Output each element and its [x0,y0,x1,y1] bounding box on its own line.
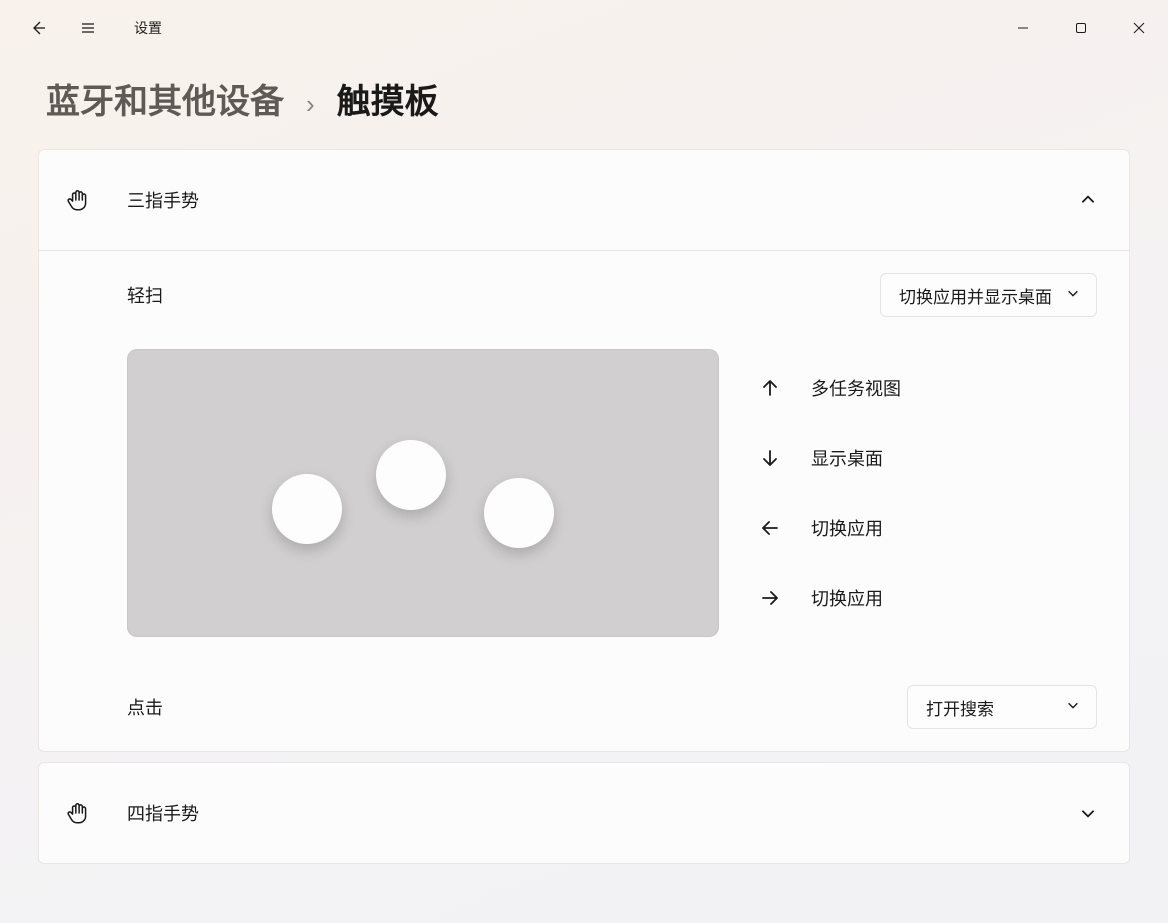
direction-down: 显示桌面 [759,445,1097,471]
maximize-button[interactable] [1052,8,1110,48]
close-button[interactable] [1110,8,1168,48]
finger-dot [376,440,446,510]
arrow-left-icon [759,518,781,538]
four-finger-header[interactable]: 四指手势 [39,763,1129,863]
swipe-dropdown-value: 切换应用并显示桌面 [899,283,1052,308]
three-finger-body: 轻扫 切换应用并显示桌面 [39,250,1129,751]
breadcrumb-separator-icon: › [306,89,315,120]
direction-down-label: 显示桌面 [811,445,883,471]
finger-dot [484,478,554,548]
finger-dot [272,474,342,544]
back-button[interactable] [16,8,60,48]
chevron-down-icon [1066,697,1080,717]
direction-up-label: 多任务视图 [811,375,901,401]
chevron-down-icon [1079,804,1097,822]
four-finger-title: 四指手势 [127,800,199,826]
chevron-up-icon [1079,191,1097,209]
app-title: 设置 [134,18,162,38]
chevron-down-icon [1066,285,1080,305]
page-title: 触摸板 [337,74,439,123]
direction-up: 多任务视图 [759,375,1097,401]
titlebar-left: 设置 [16,8,162,48]
breadcrumb-parent[interactable]: 蓝牙和其他设备 [46,74,284,123]
tap-dropdown-value: 打开搜索 [926,695,994,720]
tap-dropdown[interactable]: 打开搜索 [907,685,1097,729]
three-finger-card: 三指手势 轻扫 切换应用并显示桌面 [38,149,1130,752]
hand-icon [65,187,91,213]
direction-left: 切换应用 [759,515,1097,541]
direction-right-label: 切换应用 [811,585,883,611]
direction-left-label: 切换应用 [811,515,883,541]
swipe-label: 轻扫 [127,282,163,308]
gesture-area: 多任务视图 显示桌面 切换应用 [39,339,1129,667]
content-area: 三指手势 轻扫 切换应用并显示桌面 [0,149,1168,884]
three-finger-header[interactable]: 三指手势 [39,150,1129,250]
menu-button[interactable] [66,8,110,48]
three-finger-title: 三指手势 [127,187,199,213]
direction-right: 切换应用 [759,585,1097,611]
tap-row: 点击 打开搜索 [39,667,1129,751]
four-finger-card: 四指手势 [38,762,1130,864]
tap-label: 点击 [127,694,163,720]
breadcrumb: 蓝牙和其他设备 › 触摸板 [0,56,1168,149]
hand-icon [65,800,91,826]
swipe-dropdown[interactable]: 切换应用并显示桌面 [880,273,1097,317]
minimize-button[interactable] [994,8,1052,48]
title-bar: 设置 [0,0,1168,56]
arrow-down-icon [759,448,781,468]
arrow-right-icon [759,588,781,608]
swipe-row: 轻扫 切换应用并显示桌面 [39,251,1129,339]
touchpad-preview [127,349,719,637]
arrow-up-icon [759,378,781,398]
window-controls [994,8,1168,48]
direction-list: 多任务视图 显示桌面 切换应用 [759,349,1097,637]
